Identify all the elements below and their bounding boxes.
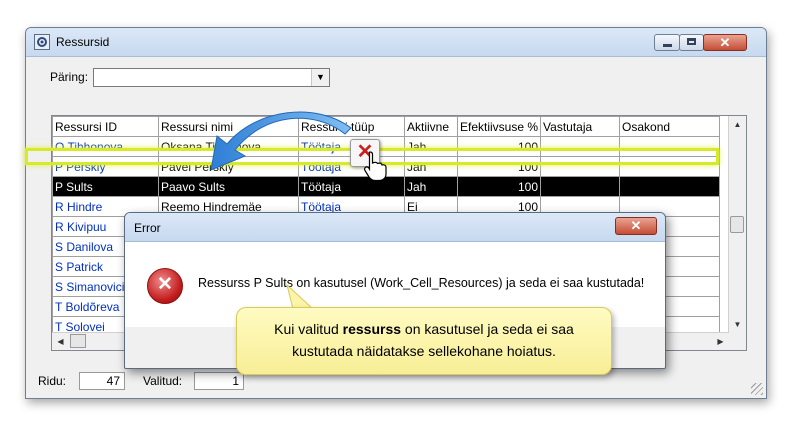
cell-resource-id[interactable]: P Perskiy xyxy=(52,156,159,177)
rows-count-label: Ridu: xyxy=(38,374,67,388)
callout-line-2: kustutada näidatakse sellekohane hoiatus… xyxy=(292,343,556,359)
query-dropdown[interactable]: ▼ xyxy=(93,68,330,87)
error-message: Ressurss P Sults on kasutusel (Work_Cell… xyxy=(198,276,645,290)
column-header[interactable]: Aktiivne xyxy=(404,116,458,137)
minimize-icon xyxy=(663,44,672,47)
hand-cursor-icon xyxy=(363,151,387,182)
cell-responsible xyxy=(540,176,621,197)
cell-efficiency: 100 xyxy=(456,176,542,197)
callout-text: on kasutusel ja seda ei saa xyxy=(401,321,574,337)
selected-count-label: Valitud: xyxy=(143,374,183,388)
error-icon: ✕ xyxy=(147,268,183,304)
callout-text: Kui valitud xyxy=(274,321,343,337)
cell-active: Jah xyxy=(404,176,458,197)
rows-count-value: 47 xyxy=(79,372,125,390)
horizontal-scroll-thumb[interactable] xyxy=(70,334,86,348)
app-gear-icon xyxy=(34,34,50,50)
close-button[interactable]: ✕ xyxy=(703,34,747,51)
dialog-title: Error xyxy=(134,221,161,235)
column-header[interactable]: Efektiivsuse % xyxy=(456,116,542,137)
cell-department xyxy=(619,156,721,177)
query-label: Päring: xyxy=(50,70,89,84)
minimize-button[interactable] xyxy=(654,34,680,51)
selected-count-value: 1 xyxy=(194,372,244,390)
vertical-scroll-thumb[interactable] xyxy=(730,216,744,233)
scroll-right-icon[interactable]: ▶ xyxy=(712,333,729,350)
maximize-button[interactable] xyxy=(679,34,704,51)
curved-arrow-icon xyxy=(210,111,352,171)
callout-bold-text: ressurss xyxy=(342,321,402,337)
maximize-icon xyxy=(687,38,696,45)
column-header[interactable]: Vastutaja xyxy=(540,116,621,137)
chevron-down-icon[interactable]: ▼ xyxy=(311,69,329,86)
cell-responsible xyxy=(540,156,621,177)
cell-efficiency: 100 xyxy=(456,136,542,157)
column-header[interactable]: Ressursi ID xyxy=(52,116,159,137)
callout-line-1: Kui valitud ressurss on kasutusel ja sed… xyxy=(237,319,611,340)
scroll-left-icon[interactable]: ◀ xyxy=(52,333,69,350)
cell-department xyxy=(619,176,721,197)
cell-resource-id[interactable]: P Sults xyxy=(52,176,159,197)
scroll-up-icon[interactable]: ▲ xyxy=(729,116,746,133)
table-header-row: Ressursi ID Ressursi nimi Ressursi tüüp … xyxy=(52,116,721,137)
cell-responsible xyxy=(540,136,621,157)
window-title: Ressursid xyxy=(56,35,110,49)
column-header[interactable]: Osakond xyxy=(619,116,721,137)
dialog-close-button[interactable]: ✕ xyxy=(615,217,657,235)
close-icon: ✕ xyxy=(630,218,642,233)
cell-efficiency: 100 xyxy=(456,156,542,177)
cell-resource-name: Paavo Sults xyxy=(158,176,299,197)
dialog-title-bar: Error ✕ xyxy=(125,213,665,242)
title-bar: Ressursid ✕ xyxy=(26,28,766,57)
cell-active: Jah xyxy=(404,136,458,157)
cell-active: Jah xyxy=(404,156,458,177)
cell-resource-id[interactable]: O Tihhonova xyxy=(52,136,159,157)
resize-grip-icon[interactable] xyxy=(751,383,763,395)
close-icon: ✕ xyxy=(719,35,731,50)
tooltip-callout: Kui valitud ressurss on kasutusel ja sed… xyxy=(236,307,612,375)
scroll-down-icon[interactable]: ▼ xyxy=(729,316,746,333)
cell-department xyxy=(619,136,721,157)
vertical-scrollbar[interactable]: ▲ ▼ xyxy=(728,116,746,350)
